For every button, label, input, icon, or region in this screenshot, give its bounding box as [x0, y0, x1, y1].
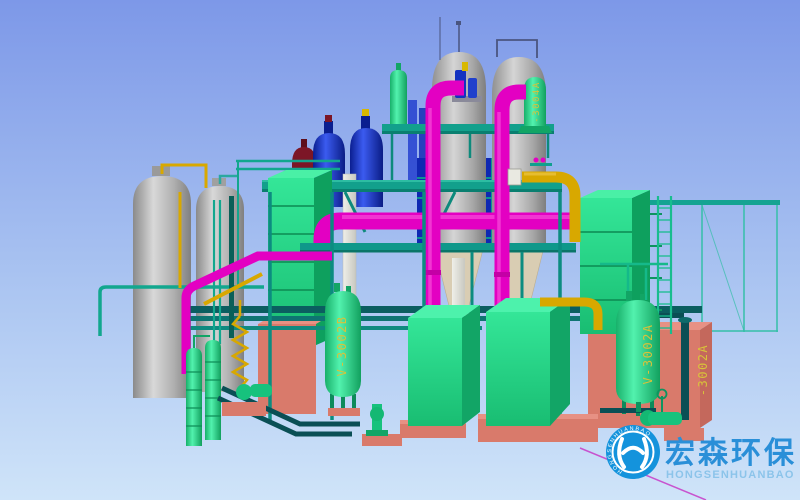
vessel-v3002b-tag: V-3002B: [335, 315, 349, 376]
logo-name-en: HONGSENHUANBAO: [666, 469, 795, 481]
small-green-vessel-left: [390, 63, 407, 124]
floating-tag-3002a: -3002A: [696, 344, 710, 396]
vessel-v3002a-tag: V-3002A: [641, 323, 655, 384]
vessel-v3002b: V-3002B: [325, 283, 361, 416]
vessel-3004a-tag: -3004A: [532, 81, 542, 123]
green-box-tank-1: [400, 305, 480, 438]
logo-name-cn: 宏森环保: [665, 436, 797, 470]
plant-scene-canvas: -3004A: [0, 0, 800, 500]
plant-3d-render: -3004A: [0, 0, 800, 500]
hongsen-logo-icon: HONGSENHUANBAO: [606, 425, 660, 479]
foundation-wall-left: [258, 318, 326, 414]
